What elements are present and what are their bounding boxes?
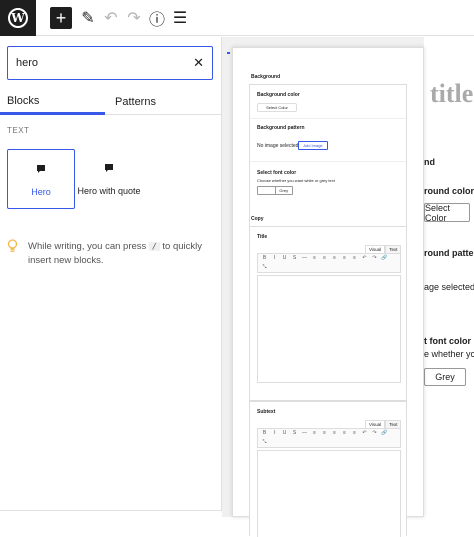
info-icon[interactable]: ⓘ	[146, 7, 168, 29]
list-view-icon[interactable]: ☰	[169, 7, 191, 29]
copy-heading: Copy	[251, 216, 264, 222]
wordpress-logo-button[interactable]: W	[0, 0, 36, 36]
block-item-label: Hero	[31, 187, 51, 197]
block-item-hero[interactable]: Hero	[7, 149, 75, 209]
slash-key: /	[148, 242, 160, 251]
select-color-button: Select Color	[257, 103, 297, 112]
undo-icon[interactable]: ↶	[100, 7, 122, 29]
ghost-select-color-button: Select Color	[424, 203, 470, 223]
wordpress-icon: W	[8, 8, 28, 28]
editor-toolbar: W + ✎ ↶ ↷ ⓘ ☰	[0, 0, 474, 36]
block-inserter-panel: hero ✕ Blocks Patterns TEXT Hero Hero wi…	[0, 37, 222, 517]
subtext-group: Subtext Visual Text B I U S — ≡ ≡ ≡ ≡ ≡ ↶ ↷ 🔗 ⤡	[249, 401, 407, 537]
block-item-label: Hero with quote	[77, 186, 141, 196]
comment-icon	[104, 163, 114, 176]
block-item-hero-with-quote[interactable]: Hero with quote	[75, 149, 143, 209]
comment-icon	[36, 164, 46, 177]
title-editor-toolbar: B I U S — ≡ ≡ ≡ ≡ ≡ ↶ ↷ 🔗 ⤡	[257, 253, 401, 273]
block-search-input[interactable]: hero ✕	[7, 46, 213, 80]
tools-pencil-icon[interactable]: ✎	[77, 7, 99, 29]
background-heading: Background	[251, 74, 281, 80]
title-editor-area	[257, 275, 401, 383]
redo-icon[interactable]: ↷	[123, 7, 145, 29]
title-group: Title Visual Text B I U S — ≡ ≡ ≡ ≡ ≡ ↶ ↷ 🔗 ⤡	[249, 226, 407, 401]
clear-search-icon[interactable]: ✕	[193, 55, 204, 71]
background-group: Background color Select Color Background…	[249, 84, 407, 239]
preview-frame: Background Background color Select Color…	[243, 66, 408, 537]
tab-patterns[interactable]: Patterns	[105, 89, 222, 115]
footer-breadcrumb-bar	[0, 510, 222, 517]
inserter-tip: While writing, you can press / to quickl…	[7, 239, 212, 268]
post-title-ghost: title	[430, 79, 474, 108]
add-image-button: Add Image	[298, 141, 328, 150]
subtext-editor-toolbar: B I U S — ≡ ≡ ≡ ≡ ≡ ↶ ↷ 🔗 ⤡	[257, 428, 401, 448]
block-preview-panel: Background Background color Select Color…	[232, 47, 424, 537]
tip-text: While writing, you can press / to quickl…	[28, 241, 202, 266]
lightbulb-icon	[7, 239, 18, 268]
tab-blocks[interactable]: Blocks	[0, 89, 105, 115]
search-value: hero	[16, 57, 39, 69]
inserter-tabs: Blocks Patterns	[0, 89, 222, 115]
font-color-toggle: Grey	[257, 186, 293, 195]
section-label-text: TEXT	[7, 126, 30, 135]
add-block-button[interactable]: +	[50, 7, 72, 29]
subtext-editor-area	[257, 450, 401, 537]
ghost-grey-button: Grey	[424, 368, 466, 386]
